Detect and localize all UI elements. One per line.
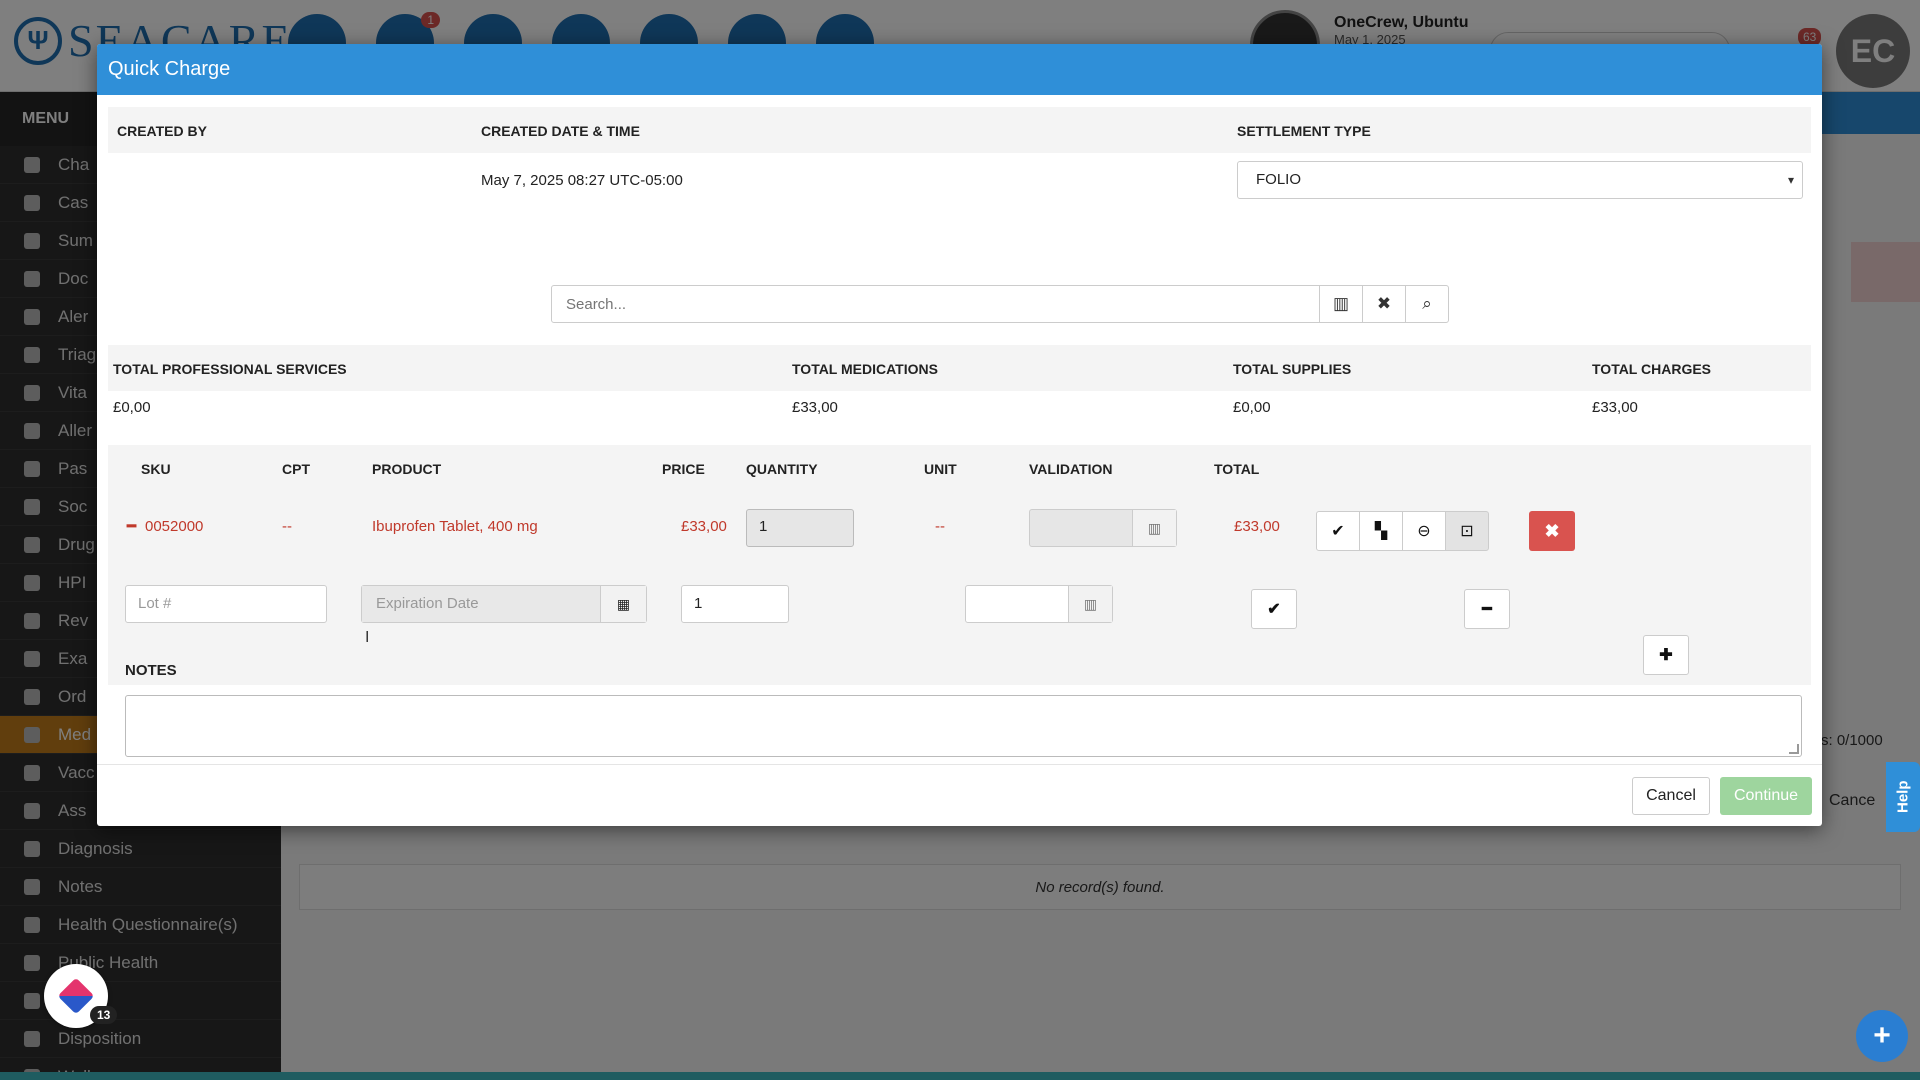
charge-lines xyxy=(108,445,1811,685)
row-product: Ibuprofen Tablet, 400 mg xyxy=(372,518,538,535)
lot-number-input[interactable]: Lot # xyxy=(125,585,327,623)
row-cpt: -- xyxy=(282,518,292,535)
notes-textarea[interactable] xyxy=(125,695,1802,757)
row-price: £33,00 xyxy=(681,518,727,535)
chat-logo-icon xyxy=(57,977,95,1015)
minus-circle-icon[interactable]: ⊖ xyxy=(1402,511,1446,551)
column-header-sku: SKU xyxy=(141,461,171,477)
column-header-quantity: QUANTITY xyxy=(746,461,818,477)
expiration-date-picker: Expiration Date ▦ xyxy=(361,585,647,623)
chat-badge: 13 xyxy=(90,1006,118,1024)
continue-button[interactable]: Continue xyxy=(1720,777,1812,815)
text-cursor-icon: I xyxy=(365,629,370,646)
modal-body: CREATED BY CREATED DATE & TIME SETTLEMEN… xyxy=(97,95,1822,757)
barcode-icon[interactable]: ▥ xyxy=(1068,586,1112,622)
total-professional-value: £0,00 xyxy=(113,399,151,416)
add-lot-button[interactable]: ✚ xyxy=(1643,635,1689,675)
column-header-price: PRICE xyxy=(662,461,705,477)
search-icon[interactable]: ⌕ xyxy=(1405,286,1448,322)
remove-lot-button[interactable]: ━ xyxy=(1464,589,1510,629)
total-charges-label: TOTAL CHARGES xyxy=(1592,361,1712,377)
total-supplies-value: £0,00 xyxy=(1233,399,1271,416)
medkit-icon[interactable]: ⊡ xyxy=(1445,511,1489,551)
row-total: £33,00 xyxy=(1234,518,1280,535)
calendar-icon[interactable]: ▦ xyxy=(600,586,646,622)
total-charges-value: £33,00 xyxy=(1592,399,1638,416)
clear-icon[interactable]: ✖ xyxy=(1362,286,1405,322)
qrcode-icon[interactable]: ▚ xyxy=(1359,511,1403,551)
column-header-unit: UNIT xyxy=(924,461,957,477)
product-search: ▥ ✖ ⌕ xyxy=(551,285,1449,323)
total-medications-label: TOTAL MEDICATIONS xyxy=(792,361,938,377)
help-tab[interactable]: Help xyxy=(1886,762,1920,832)
total-medications-value: £33,00 xyxy=(792,399,838,416)
created-date-value: May 7, 2025 08:27 UTC-05:00 xyxy=(481,172,683,189)
column-header-validation: VALIDATION xyxy=(1029,461,1113,477)
cancel-button[interactable]: Cancel xyxy=(1632,777,1710,815)
settlement-type-value: FOLIO xyxy=(1256,171,1302,188)
settlement-type-select[interactable]: FOLIO ▾ xyxy=(1237,161,1803,199)
modal-footer: Cancel Continue xyxy=(97,764,1822,826)
row-action-buttons: ✔ ▚ ⊖ ⊡ xyxy=(1316,511,1489,551)
row-sku: 0052000 xyxy=(145,518,204,535)
column-header-product: PRODUCT xyxy=(372,461,442,477)
created-date-label: CREATED DATE & TIME xyxy=(481,123,640,139)
column-header-total: TOTAL xyxy=(1214,461,1260,477)
chevron-down-icon: ▾ xyxy=(1787,173,1794,187)
total-professional-label: TOTAL PROFESSIONAL SERVICES xyxy=(113,361,347,377)
total-supplies-label: TOTAL SUPPLIES xyxy=(1233,361,1352,377)
row-unit: -- xyxy=(935,518,945,535)
row-quantity-field[interactable]: 1 xyxy=(746,509,854,547)
notes-label: NOTES xyxy=(125,662,177,679)
settlement-type-label: SETTLEMENT TYPE xyxy=(1237,123,1371,139)
barcode-icon[interactable]: ▥ xyxy=(1319,286,1362,322)
row-validation-field[interactable]: ▥ xyxy=(1029,509,1177,547)
chat-widget-button[interactable]: 13 xyxy=(44,964,118,1028)
lot-validation-field[interactable]: ▥ xyxy=(965,585,1113,623)
lot-quantity-input[interactable]: 1 xyxy=(681,585,789,623)
confirm-check-icon[interactable]: ✔ xyxy=(1316,511,1360,551)
totals-header-row xyxy=(108,345,1811,391)
quick-charge-modal: Quick Charge CREATED BY CREATED DATE & T… xyxy=(97,44,1822,826)
expiration-date-input[interactable]: Expiration Date xyxy=(362,586,600,622)
delete-row-button[interactable]: ✖ xyxy=(1529,511,1575,551)
confirm-lot-button[interactable]: ✔ xyxy=(1251,589,1297,629)
resize-grip-icon[interactable] xyxy=(1789,744,1799,754)
search-input[interactable] xyxy=(552,286,1319,322)
column-header-cpt: CPT xyxy=(282,461,310,477)
modal-title: Quick Charge xyxy=(97,44,1822,95)
barcode-icon[interactable]: ▥ xyxy=(1132,510,1176,546)
add-fab-button[interactable]: + xyxy=(1856,1010,1908,1062)
created-by-label: CREATED BY xyxy=(117,123,207,139)
info-header-row xyxy=(108,107,1811,153)
collapse-row-icon[interactable]: ━ xyxy=(127,517,136,535)
